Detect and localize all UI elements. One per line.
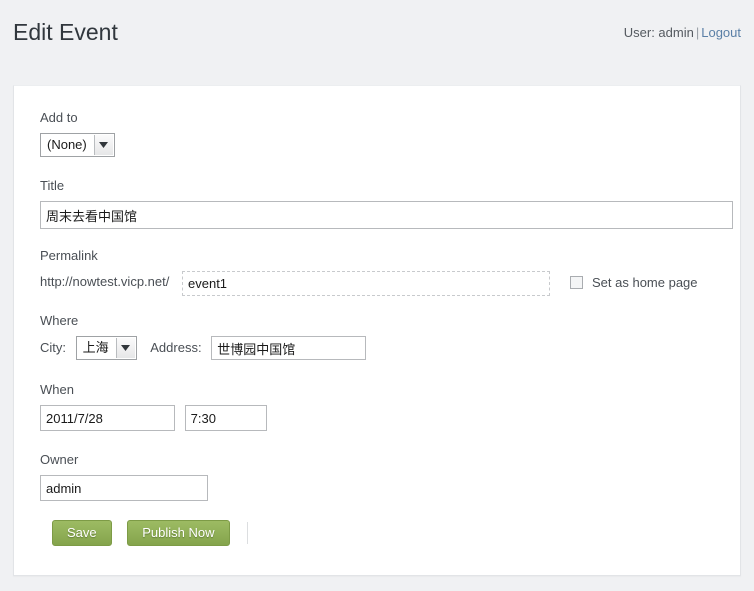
field-owner: Owner bbox=[40, 452, 208, 501]
owner-label: Owner bbox=[40, 452, 79, 467]
address-label: Address: bbox=[150, 340, 202, 355]
logout-link[interactable]: Logout bbox=[701, 25, 741, 40]
edit-event-panel: Add to (None) Title Permalink http://now… bbox=[13, 85, 741, 576]
chevron-down-icon bbox=[115, 338, 135, 358]
when-time-input[interactable] bbox=[184, 405, 267, 431]
publish-now-button[interactable]: Publish Now bbox=[127, 520, 230, 546]
add-to-selected-value: (None) bbox=[47, 137, 87, 152]
field-where: Where City: 上海 Address: bbox=[40, 313, 367, 360]
add-to-label: Add to bbox=[40, 110, 78, 125]
form-actions: Save Publish Now bbox=[52, 520, 249, 546]
set-home-page-label: Set as home page bbox=[592, 275, 698, 290]
city-label: City: bbox=[40, 340, 66, 355]
page-header: Edit Event User: admin | Logout bbox=[0, 0, 754, 70]
title-label: Title bbox=[40, 178, 65, 193]
permalink-base-url: http://nowtest.vicp.net/ bbox=[40, 274, 170, 289]
where-label: Where bbox=[40, 313, 79, 328]
field-add-to: Add to (None) bbox=[40, 110, 115, 157]
when-label: When bbox=[40, 382, 74, 397]
address-input[interactable] bbox=[211, 336, 367, 360]
city-select[interactable]: 上海 bbox=[75, 336, 137, 360]
when-date-input[interactable] bbox=[40, 405, 175, 431]
permalink-row: http://nowtest.vicp.net/ Set as home pag… bbox=[40, 271, 733, 297]
chevron-down-icon bbox=[93, 135, 113, 155]
save-button[interactable]: Save bbox=[52, 520, 112, 546]
set-home-page-row[interactable]: Set as home page bbox=[570, 275, 698, 290]
page-title: Edit Event bbox=[13, 19, 118, 45]
owner-input[interactable] bbox=[40, 475, 208, 501]
user-session-area: User: admin | Logout bbox=[624, 25, 741, 40]
field-title: Title bbox=[40, 178, 733, 229]
add-to-select[interactable]: (None) bbox=[40, 133, 115, 157]
permalink-label: Permalink bbox=[40, 248, 98, 263]
field-permalink: Permalink http://nowtest.vicp.net/ Set a… bbox=[40, 248, 733, 297]
city-selected-value: 上海 bbox=[82, 340, 109, 355]
current-user-label: User: admin bbox=[623, 25, 694, 40]
title-input[interactable] bbox=[40, 201, 733, 229]
permalink-slug-input[interactable] bbox=[182, 271, 550, 296]
field-when: When bbox=[40, 382, 267, 431]
where-row: City: 上海 Address: bbox=[40, 336, 367, 360]
set-home-page-checkbox[interactable] bbox=[570, 276, 583, 289]
actions-divider bbox=[247, 522, 249, 544]
user-area-separator: | bbox=[695, 25, 700, 40]
